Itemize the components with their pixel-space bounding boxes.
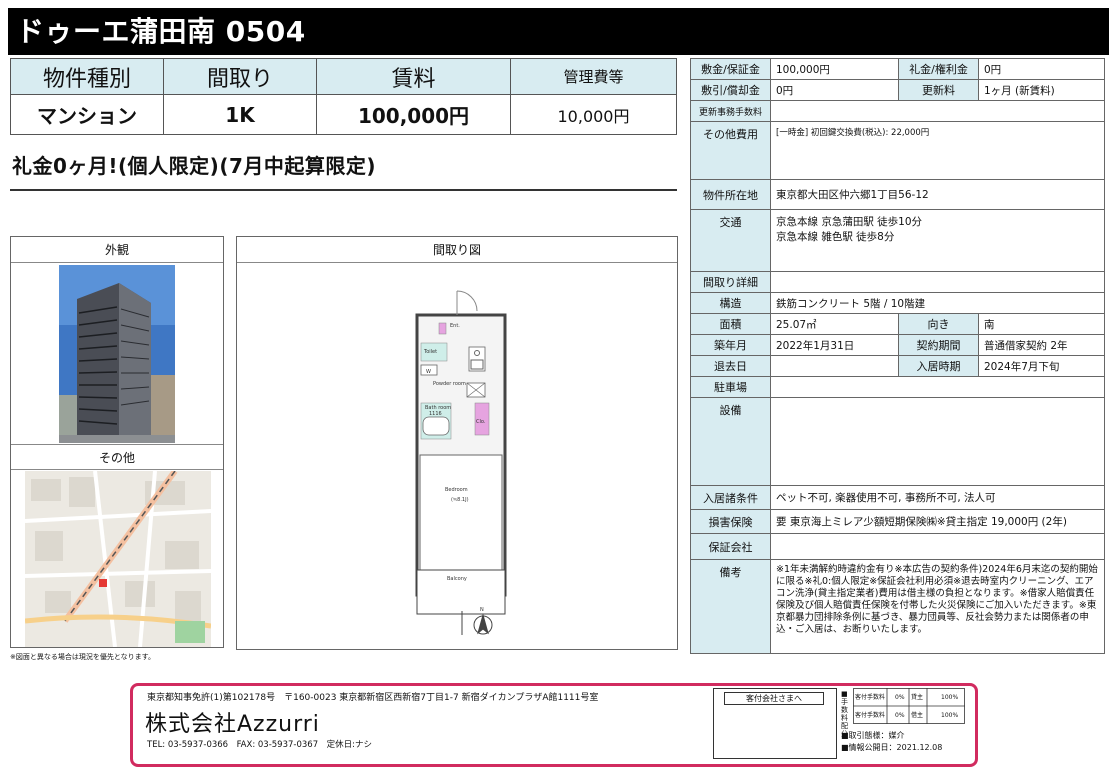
bedroom-label: Bedroom [445,487,468,493]
washer-label: W [426,369,431,375]
insurance-value: 要 東京海上ミレア少額短期保険㈱※貸主指定 19,000円 (2年) [770,509,1105,534]
fee-cell-1: 客付手数料 [855,693,885,701]
built-value: 2022年1月31日 [770,334,899,356]
layout-header: 間取り [163,58,317,95]
other-fees-value: [一時金] 初回鍵交換費(税込): 22,000円 [770,121,1105,180]
north-label: N [480,607,484,613]
deposit-value: 100,000円 [770,58,899,80]
transport-label: 交通 [690,209,771,272]
promo-headline: 礼金0ヶ月!(個人限定)(7月中起算限定) [12,154,377,178]
renewal-label: 更新料 [898,79,979,101]
fee-cell-5: 客付手数料 [855,711,885,719]
vacate-label: 退去日 [690,355,771,377]
parking-value [770,376,1105,398]
transaction-type: ■取引態様：媒介 [841,731,905,740]
fee-cell-3: 貸主 [911,693,923,701]
mgmt-fee-header: 管理費等 [510,58,677,95]
agency-footer: 東京都知事免許(1)第102178号 〒160-0023 東京都新宿区西新宿7丁… [130,683,978,767]
address-label: 物件所在地 [690,179,771,210]
remarks-label: 備考 [690,559,771,654]
insurance-label: 損害保険 [690,509,771,534]
stamp-box: 客付会社さまへ [713,688,837,759]
toilet-label: Toilet [423,349,437,355]
amortization-value: 0円 [770,79,899,101]
structure-label: 構造 [690,292,771,314]
address-value: 東京都大田区仲六郷1丁目56-12 [770,179,1105,210]
summary-table: 物件種別 間取り 賃料 管理費等 マンション 1K 100,000円 10,00… [10,58,677,135]
publish-date: ■情報公開日：2021.12.08 [841,743,943,752]
structure-value: 鉄筋コンクリート 5階 / 10階建 [770,292,1105,314]
property-details-table: 敷金/保証金 100,000円 礼金/権利金 0円 敷引/償却金 0円 更新料 … [690,58,1105,654]
parking-label: 駐車場 [690,376,771,398]
bedroom-size-label: (≒8.1J) [451,497,469,503]
vacate-value [770,355,899,377]
transport-value: 京急本線 京急蒲田駅 徒歩10分 京急本線 雑色駅 徒歩8分 [770,209,1105,272]
other-fees-label: その他費用 [690,121,771,180]
photo-note: ※図面と異なる場合は現況を優先となります。 [10,653,155,661]
other-label: その他 [11,444,223,470]
fee-cell-4: 100% [941,694,958,701]
fee-reference: ■手数料配分 客付手数料 0% 貸主 100% 客付手数料 0% 借主 100%… [841,688,971,760]
contract-label: 契約期間 [898,334,979,356]
contract-value: 普通借家契約 2年 [978,334,1105,356]
rent-value: 100,000円 [316,94,511,135]
mgmt-fee-value: 10,000円 [510,94,677,135]
direction-value: 南 [978,313,1105,335]
renewal-value: 1ヶ月 (新賃料) [978,79,1105,101]
balcony-label: Balcony [447,576,467,582]
photo-panel: 外観 その他 [10,236,224,648]
deposit-label: 敷金/保証金 [690,58,771,80]
conditions-label: 入居諸条件 [690,485,771,510]
area-value: 25.07㎡ [770,313,899,335]
floorplan-panel: 間取り図 Ent. Toilet W Powder room Bath room… [236,236,678,650]
amortization-label: 敷引/償却金 [690,79,771,101]
powder-room-label: Powder room [433,381,466,387]
ent-label: Ent. [450,323,460,329]
fee-cell-2: 0% [895,694,905,701]
guarantor-value [770,533,1105,560]
facilities-label: 設備 [690,397,771,486]
area-map [25,471,211,647]
facilities-value [770,397,1105,486]
guarantor-label: 保証会社 [690,533,771,560]
company-name: 株式会社Azzurri [145,712,320,737]
type-value: マンション [10,94,164,135]
agency-contact: TEL: 03-5937-0366 FAX: 03-5937-0367 定休日:… [147,740,372,750]
closet-label: Clo. [476,419,486,425]
floorplan-drawing: Ent. Toilet W Powder room Bath room 1116… [415,290,507,635]
area-label: 面積 [690,313,771,335]
bath-size-label: 1116 [429,411,442,417]
conditions-value: ペット不可, 楽器使用不可, 事務所不可, 法人可 [770,485,1105,510]
layout-detail-value [770,271,1105,293]
agency-address: 東京都知事免許(1)第102178号 〒160-0023 東京都新宿区西新宿7丁… [147,693,599,703]
key-money-value: 0円 [978,58,1105,80]
transport-line-1: 京急本線 京急蒲田駅 徒歩10分 [776,216,923,228]
fee-cell-7: 借主 [911,711,923,719]
renewal-admin-value [770,100,1105,122]
transport-line-2: 京急本線 雑色駅 徒歩8分 [776,231,895,243]
fee-cell-8: 100% [941,712,958,719]
fee-table: 客付手数料 0% 貸主 100% 客付手数料 0% 借主 100% [853,688,965,724]
built-label: 築年月 [690,334,771,356]
rent-header: 賃料 [316,58,511,95]
fee-cell-6: 0% [895,712,905,719]
movein-label: 入居時期 [898,355,979,377]
headline-divider [10,189,677,191]
type-header: 物件種別 [10,58,164,95]
stamp-label: 客付会社さまへ [724,692,824,705]
floorplan-label: 間取り図 [237,237,677,263]
renewal-admin-label: 更新事務手数料 [690,100,771,122]
key-money-label: 礼金/権利金 [898,58,979,80]
layout-value: 1K [163,94,317,135]
building-photo [59,265,175,443]
page-title: ドゥーエ蒲田南 0504 [8,8,1109,55]
exterior-label: 外観 [11,237,223,263]
layout-detail-label: 間取り詳細 [690,271,771,293]
direction-label: 向き [898,313,979,335]
remarks-value: ※1年未満解約時違約金有り※本広告の契約条件)2024年6月末迄の契約開始に限る… [770,559,1105,654]
movein-value: 2024年7月下旬 [978,355,1105,377]
